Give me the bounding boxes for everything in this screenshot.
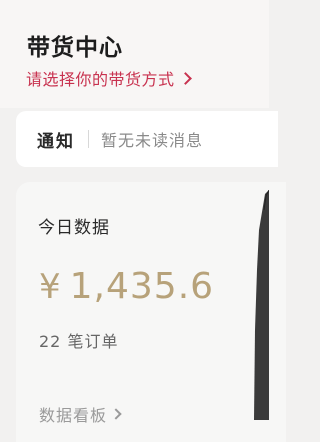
currency-symbol: ¥ bbox=[39, 267, 62, 307]
data-review-link[interactable]: 数据看板 bbox=[39, 402, 122, 426]
amount-value: 1,435.6 bbox=[69, 266, 215, 307]
person-figure-illustration bbox=[254, 190, 269, 420]
card-title: 今日数据 bbox=[38, 218, 110, 238]
data-review-label: 数据看板 bbox=[39, 406, 108, 425]
chevron-right-icon bbox=[178, 72, 192, 85]
select-mode-label: 请选择你的带货方式 bbox=[26, 70, 175, 89]
today-data-card[interactable]: 今日数据 ¥ 1,435.6 22 笔订单 数据看板 bbox=[16, 182, 286, 442]
page-title: 带货中心 bbox=[27, 35, 123, 61]
notice-divider bbox=[88, 130, 89, 148]
notification-label: 通知 bbox=[37, 131, 75, 152]
order-count: 22 笔订单 bbox=[39, 332, 119, 351]
notification-message: 暂无未读消息 bbox=[101, 131, 204, 150]
chevron-right-icon bbox=[110, 408, 122, 420]
select-mode-link[interactable]: 请选择你的带货方式 bbox=[26, 66, 192, 90]
notification-bar[interactable]: 通知 暂无未读消息 bbox=[16, 111, 278, 167]
header: 带货中心 请选择你的带货方式 bbox=[0, 0, 269, 108]
sales-amount: ¥ 1,435.6 bbox=[39, 266, 214, 307]
